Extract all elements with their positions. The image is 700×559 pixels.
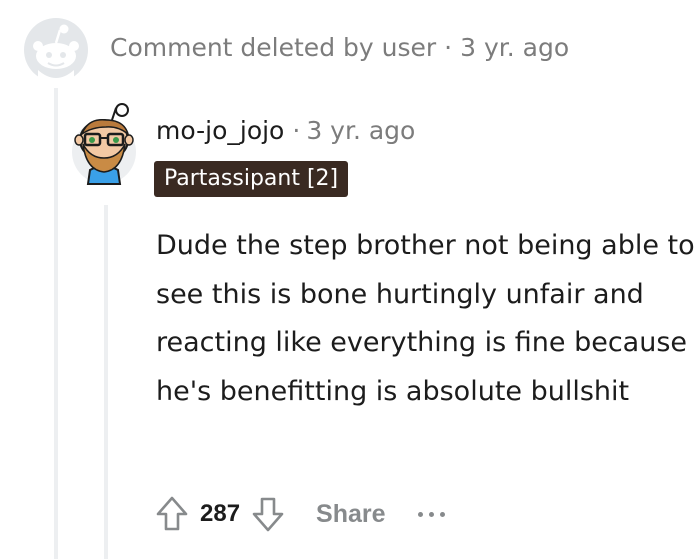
more-dot	[428, 511, 434, 517]
thread-line-reply[interactable]	[104, 205, 108, 559]
reddit-default-avatar-icon	[24, 18, 88, 82]
upvote-arrow-icon[interactable]	[150, 491, 194, 537]
more-options-icon[interactable]	[417, 511, 445, 517]
deleted-comment-timestamp[interactable]: 3 yr. ago	[460, 33, 569, 62]
snoo-avatar-glasses-beard-icon[interactable]	[72, 100, 140, 186]
vote-score: 287	[200, 500, 241, 527]
header-separator: ·	[292, 116, 301, 145]
thread-line-parent[interactable]	[54, 88, 58, 559]
reply-header: mo-jo_jojo · 3 yr. ago	[156, 113, 415, 149]
more-dot	[439, 511, 445, 517]
comment-action-bar: 287 Share	[150, 489, 445, 539]
header-separator: ·	[444, 33, 453, 62]
comment-body-text: Dude the step brother not being able to …	[156, 230, 695, 407]
share-button[interactable]: Share	[316, 500, 385, 529]
reply-timestamp[interactable]: 3 yr. ago	[306, 116, 415, 145]
deleted-status-text: Comment deleted by user	[110, 33, 437, 62]
deleted-comment-header: Comment deleted by user · 3 yr. ago	[110, 30, 569, 66]
downvote-arrow-icon[interactable]	[246, 491, 290, 537]
more-dot	[417, 511, 423, 517]
user-flair-badge: Partassipant [2]	[154, 161, 349, 197]
username-link[interactable]: mo-jo_jojo	[156, 116, 284, 145]
